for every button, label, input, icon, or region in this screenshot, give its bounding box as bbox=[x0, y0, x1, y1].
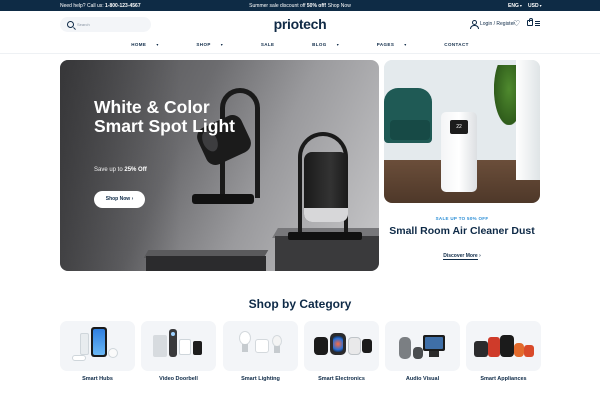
language-select[interactable]: ENG▾ bbox=[508, 3, 522, 9]
chevron-down-icon: ▾ bbox=[519, 3, 522, 8]
announcement-bar: Need help? Call us: 1-800-123-4567 Summe… bbox=[0, 0, 600, 11]
menu-icon[interactable] bbox=[535, 21, 540, 26]
category-image bbox=[466, 321, 541, 371]
promo-highlight: 50% off! bbox=[306, 3, 327, 9]
nav-label: CONTACT bbox=[444, 42, 469, 47]
air-purifier-image[interactable]: 22 bbox=[384, 60, 540, 203]
section-title: Shop by Category bbox=[248, 297, 352, 311]
lantern-lamp-band bbox=[304, 208, 348, 222]
category-image bbox=[304, 321, 379, 371]
hero-subtitle: Save up to 25% Off bbox=[94, 167, 147, 173]
nav-item-contact[interactable]: CONTACT bbox=[435, 42, 477, 47]
currency-value: USD bbox=[528, 3, 539, 9]
curtain bbox=[516, 60, 540, 180]
account-label: Login / Register bbox=[480, 21, 516, 27]
nav-label: SALE bbox=[260, 42, 275, 47]
category-image bbox=[141, 321, 216, 371]
purifier-display: 22 bbox=[450, 120, 468, 134]
cart-icon[interactable] bbox=[527, 18, 533, 26]
pedestal bbox=[275, 236, 379, 271]
heart-icon[interactable]: ♡ bbox=[513, 19, 520, 28]
discover-more-link[interactable]: Discover More › bbox=[384, 253, 540, 260]
main-nav: HOME ▾ SHOP ▾ SALE BLOG ▾ PAGES ▾ CONTACT bbox=[0, 42, 600, 47]
nav-item-home[interactable]: HOME ▾ bbox=[122, 42, 168, 47]
promo-shop-link[interactable]: Shop Now bbox=[328, 3, 351, 9]
category-label: Smart Hubs bbox=[82, 376, 113, 382]
nav-item-blog[interactable]: BLOG ▾ bbox=[303, 42, 348, 47]
hero-title: White & Color Smart Spot Light bbox=[94, 97, 235, 136]
hero-shadow bbox=[60, 60, 180, 271]
hero-discount: 25% Off bbox=[124, 167, 147, 173]
armchair-seat bbox=[390, 120, 430, 140]
nav-label: SHOP bbox=[196, 42, 211, 47]
pedestal bbox=[146, 256, 266, 271]
nav-item-shop[interactable]: SHOP ▾ bbox=[187, 42, 232, 47]
nav-label: BLOG bbox=[312, 42, 327, 47]
category-video-doorbell[interactable]: Video Doorbell bbox=[141, 321, 216, 382]
chevron-down-icon: ▾ bbox=[220, 42, 224, 47]
category-label: Smart Electronics bbox=[318, 376, 365, 382]
category-label: Video Doorbell bbox=[159, 376, 198, 382]
promo-text: Summer sale discount off bbox=[249, 3, 306, 9]
hero-banner[interactable]: White & Color Smart Spot Light Save up t… bbox=[60, 60, 379, 271]
chevron-down-icon: ▾ bbox=[404, 42, 407, 47]
nav-item-pages[interactable]: PAGES ▾ bbox=[368, 42, 416, 47]
lamp-base bbox=[192, 194, 254, 204]
header-divider bbox=[0, 53, 600, 54]
chevron-down-icon: ▾ bbox=[336, 42, 340, 47]
hero-subtitle-prefix: Save up to bbox=[94, 167, 123, 173]
chevron-right-icon: › bbox=[479, 253, 481, 259]
discover-more-label: Discover More bbox=[443, 253, 478, 260]
category-label: Audio Visual bbox=[405, 376, 440, 382]
category-label: Smart Appliances bbox=[480, 376, 527, 382]
chevron-right-icon: › bbox=[131, 196, 134, 202]
lamp-base bbox=[288, 232, 362, 240]
category-smart-appliances[interactable]: Smart Appliances bbox=[466, 321, 541, 382]
category-label: Smart Lighting bbox=[241, 376, 280, 382]
category-audio-visual[interactable]: Audio Visual bbox=[385, 321, 460, 382]
account-link[interactable]: Login / Register bbox=[470, 20, 516, 29]
category-smart-lighting[interactable]: Smart Lighting bbox=[223, 321, 298, 382]
category-smart-electronics[interactable]: Smart Electronics bbox=[304, 321, 379, 382]
category-smart-hubs[interactable]: Smart Hubs bbox=[60, 321, 135, 382]
sale-kicker: SALE UP TO 50% OFF bbox=[435, 216, 489, 221]
chevron-down-icon: ▾ bbox=[156, 42, 159, 47]
promo-title: Small Room Air Cleaner Dust bbox=[389, 225, 535, 237]
chevron-down-icon: ▾ bbox=[539, 3, 542, 8]
shop-now-button[interactable]: Shop Now › bbox=[94, 191, 145, 208]
category-image bbox=[385, 321, 460, 371]
user-icon bbox=[470, 20, 479, 29]
nav-label: HOME bbox=[131, 42, 147, 47]
currency-select[interactable]: USD▾ bbox=[528, 3, 542, 9]
category-image bbox=[223, 321, 298, 371]
nav-item-sale[interactable]: SALE bbox=[252, 42, 284, 47]
category-image bbox=[60, 321, 135, 371]
shop-now-label: Shop Now bbox=[105, 196, 131, 202]
language-value: ENG bbox=[508, 3, 519, 9]
nav-label: PAGES bbox=[376, 42, 395, 47]
